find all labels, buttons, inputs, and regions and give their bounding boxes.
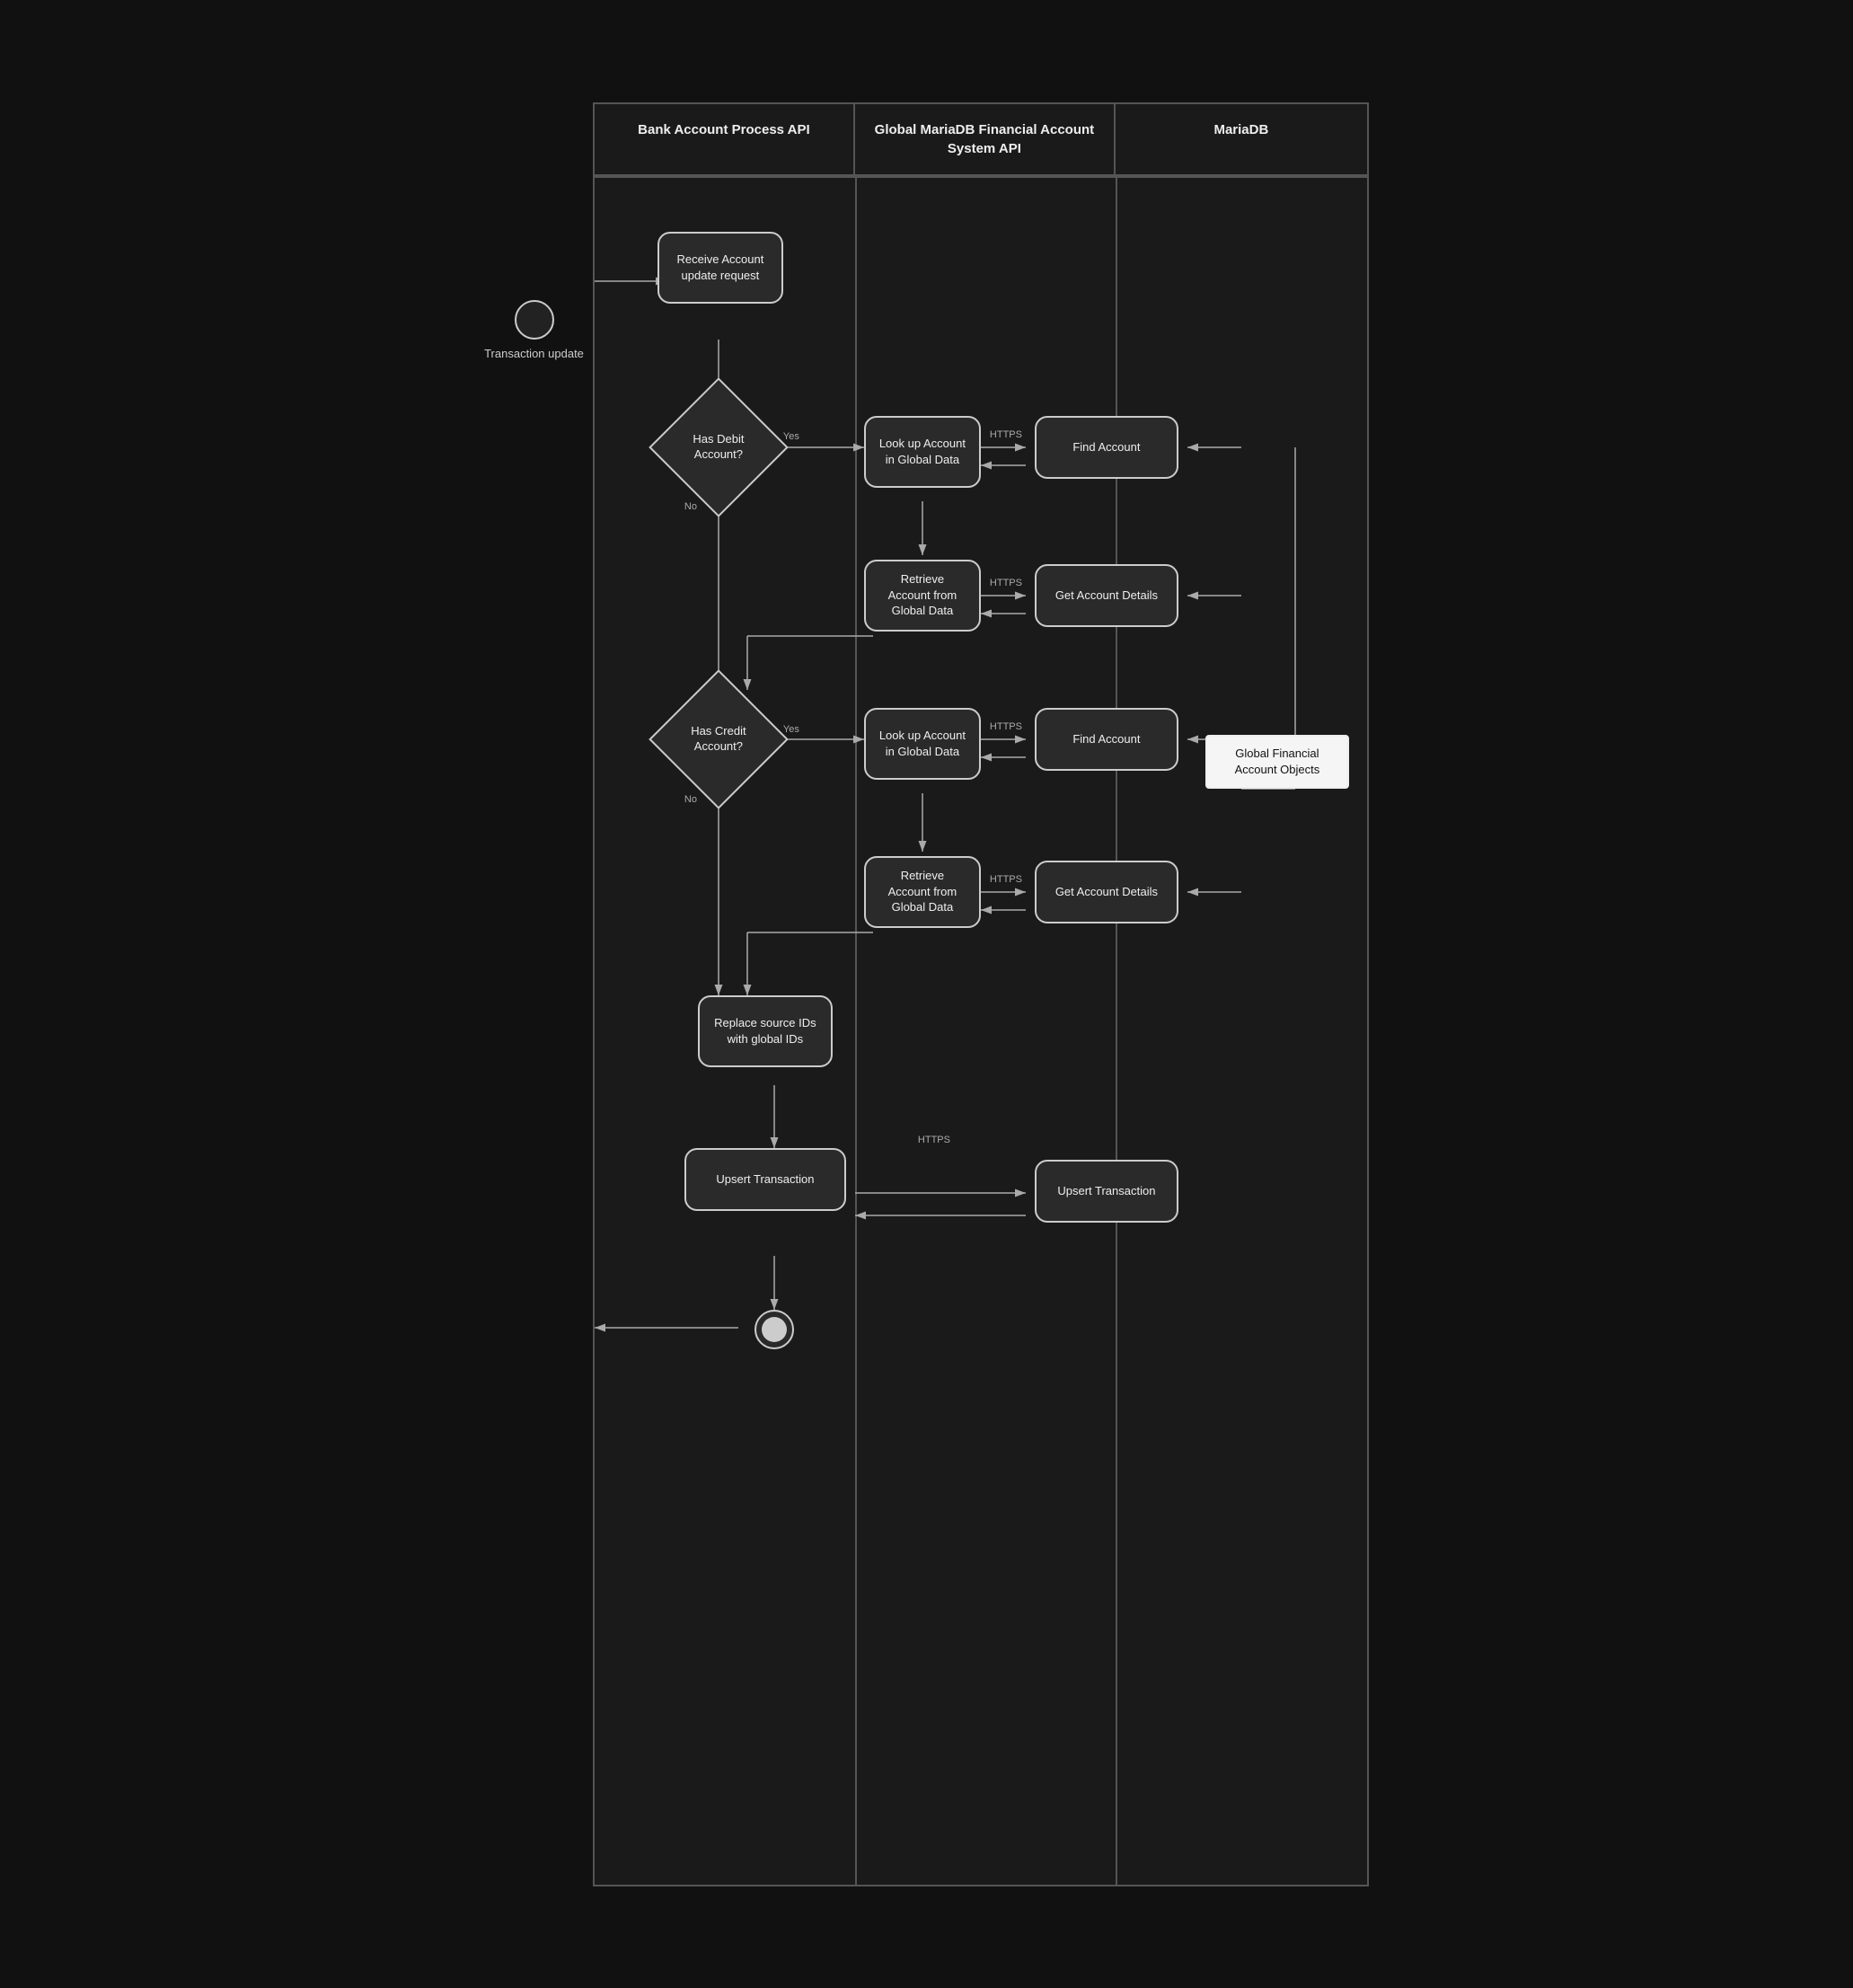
has-credit-diamond	[649, 669, 789, 809]
col-divider-1	[855, 178, 857, 1885]
retrieve-credit-node: Retrieve Account from Global Data	[864, 856, 981, 928]
no-debit-label: No	[684, 501, 697, 512]
receive-request-node: Receive Account update request	[657, 232, 783, 304]
https-debit-retrieve-label: HTTPS	[990, 578, 1022, 588]
no-credit-label: No	[684, 794, 697, 805]
transaction-update-label: Transaction update	[484, 347, 584, 362]
lookup-debit-node: Look up Account in Global Data	[864, 416, 981, 488]
outer-wrapper: Transaction update Bank Account Process …	[466, 66, 1387, 1922]
diagram-container: Bank Account Process API Global MariaDB …	[593, 102, 1369, 1886]
col3-header: MariaDB	[1116, 104, 1367, 176]
body-area: Receive Account update request Has Debit…	[595, 178, 1367, 1885]
find-account-credit-node: Find Account	[1035, 708, 1178, 771]
https-upsert-label: HTTPS	[918, 1135, 950, 1145]
yes-credit-label: Yes	[783, 724, 799, 735]
left-lane: Transaction update	[484, 300, 584, 362]
global-financial-objects-box: Global Financial Account Objects	[1205, 735, 1349, 789]
get-account-details-debit-node: Get Account Details	[1035, 564, 1178, 627]
start-circle	[515, 300, 554, 340]
has-debit-diamond	[649, 377, 789, 517]
yes-debit-label: Yes	[783, 431, 799, 442]
https-credit-lookup-label: HTTPS	[990, 721, 1022, 732]
col1-header: Bank Account Process API	[595, 104, 855, 176]
retrieve-debit-node: Retrieve Account from Global Data	[864, 560, 981, 632]
get-account-details-credit-node: Get Account Details	[1035, 861, 1178, 923]
lookup-credit-node: Look up Account in Global Data	[864, 708, 981, 780]
end-circle-inner	[762, 1317, 787, 1342]
replace-ids-node: Replace source IDs with global IDs	[698, 995, 833, 1067]
upsert-txn-right-node: Upsert Transaction	[1035, 1160, 1178, 1223]
col2-header: Global MariaDB Financial Account System …	[855, 104, 1116, 176]
https-debit-label: HTTPS	[990, 429, 1022, 440]
https-credit-retrieve-label: HTTPS	[990, 874, 1022, 885]
upsert-txn-left-node: Upsert Transaction	[684, 1148, 846, 1211]
headers-row: Bank Account Process API Global MariaDB …	[595, 104, 1367, 178]
end-circle	[754, 1310, 794, 1349]
find-account-debit-node: Find Account	[1035, 416, 1178, 479]
